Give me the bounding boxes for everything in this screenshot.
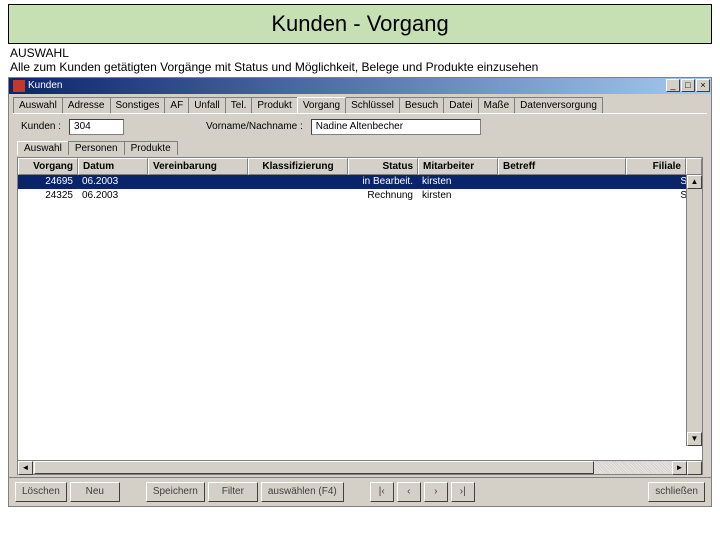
desc-line-2: Alle zum Kunden getätigten Vorgänge mit …	[10, 60, 710, 74]
slide-title: Kunden - Vorgang	[8, 4, 712, 44]
save-button[interactable]: Speichern	[146, 482, 205, 502]
cell-vorgang: 24695	[18, 176, 78, 187]
cell-datum: 06.2003	[78, 176, 148, 187]
tab-vorgang[interactable]: Vorgang	[297, 97, 346, 113]
table-row[interactable]: 24695 06.2003 in Bearbeit. kirsten SIC	[18, 175, 702, 189]
col-datum[interactable]: Datum	[78, 158, 148, 175]
col-klassifizierung[interactable]: Klassifizierung	[248, 158, 348, 175]
bottom-toolbar: Löschen Neu Speichern Filter auswählen (…	[9, 477, 711, 506]
sub-tabs: Auswahl Personen Produkte	[9, 139, 711, 155]
tab-tel[interactable]: Tel.	[225, 97, 253, 113]
scroll-up-icon[interactable]: ▲	[687, 175, 702, 189]
window-title: Kunden	[28, 80, 62, 91]
cell-mitarbeiter: kirsten	[418, 176, 498, 187]
subtab-auswahl[interactable]: Auswahl	[17, 141, 69, 155]
col-mitarbeiter[interactable]: Mitarbeiter	[418, 158, 498, 175]
name-field[interactable]: Nadine Altenbecher	[311, 119, 481, 135]
col-vorgang[interactable]: Vorgang	[18, 158, 78, 175]
app-window: Kunden _ □ × Auswahl Adresse Sonstiges A…	[8, 77, 712, 507]
tab-besuch[interactable]: Besuch	[399, 97, 444, 113]
cell-status: in Bearbeit.	[348, 176, 418, 187]
cell-datum: 06.2003	[78, 190, 148, 201]
nav-prev-button[interactable]: ‹	[397, 482, 421, 502]
tab-af[interactable]: AF	[164, 97, 189, 113]
kunden-id-field[interactable]: 304	[69, 119, 124, 135]
horizontal-scrollbar[interactable]: ◄ ►	[18, 460, 702, 474]
main-tabs: Auswahl Adresse Sonstiges AF Unfall Tel.…	[9, 94, 711, 113]
slide-description: AUSWAHL Alle zum Kunden getätigten Vorgä…	[10, 46, 710, 75]
tab-sonstiges[interactable]: Sonstiges	[110, 97, 166, 113]
tab-adresse[interactable]: Adresse	[62, 97, 111, 113]
nav-next-button[interactable]: ›	[424, 482, 448, 502]
tab-datenversorgung[interactable]: Datenversorgung	[514, 97, 603, 113]
tab-auswahl[interactable]: Auswahl	[13, 97, 63, 113]
delete-button[interactable]: Löschen	[15, 482, 67, 502]
desc-line-1: AUSWAHL	[10, 46, 710, 60]
minimize-button[interactable]: _	[666, 79, 680, 92]
scroll-right-icon[interactable]: ►	[672, 461, 687, 475]
cell-vorgang: 24325	[18, 190, 78, 201]
app-icon	[13, 80, 25, 92]
scroll-corner	[687, 461, 702, 475]
scroll-down-icon[interactable]: ▼	[687, 432, 702, 446]
grid-header-row: Vorgang Datum Vereinbarung Klassifizieru…	[18, 158, 702, 175]
subtab-produkte[interactable]: Produkte	[124, 141, 178, 155]
close-window-button[interactable]: schließen	[648, 482, 705, 502]
tab-schluessel[interactable]: Schlüssel	[345, 97, 400, 113]
tab-unfall[interactable]: Unfall	[188, 97, 226, 113]
vertical-scrollbar[interactable]: ▲ ▼	[686, 175, 702, 446]
col-betreff[interactable]: Betreff	[498, 158, 626, 175]
cell-mitarbeiter: kirsten	[418, 190, 498, 201]
hscroll-thumb[interactable]	[34, 461, 594, 474]
titlebar: Kunden _ □ ×	[9, 78, 711, 94]
subtab-personen[interactable]: Personen	[68, 141, 125, 155]
filter-button[interactable]: Filter	[208, 482, 258, 502]
name-label: Vorname/Nachname :	[206, 121, 303, 132]
kunden-label: Kunden :	[21, 121, 61, 132]
nav-last-button[interactable]: ›|	[451, 482, 475, 502]
select-button[interactable]: auswählen (F4)	[261, 482, 344, 502]
col-vereinbarung[interactable]: Vereinbarung	[148, 158, 248, 175]
close-button[interactable]: ×	[696, 79, 710, 92]
col-filiale[interactable]: Filiale	[626, 158, 686, 175]
data-grid: Vorgang Datum Vereinbarung Klassifizieru…	[17, 157, 703, 475]
tab-masse[interactable]: Maße	[478, 97, 516, 113]
customer-field-row: Kunden : 304 Vorname/Nachname : Nadine A…	[9, 115, 711, 139]
col-scroll-spacer	[686, 158, 702, 175]
nav-first-button[interactable]: |‹	[370, 482, 394, 502]
tab-datei[interactable]: Datei	[443, 97, 478, 113]
maximize-button[interactable]: □	[681, 79, 695, 92]
new-button[interactable]: Neu	[70, 482, 120, 502]
col-status[interactable]: Status	[348, 158, 418, 175]
cell-status: Rechnung	[348, 190, 418, 201]
table-row[interactable]: 24325 06.2003 Rechnung kirsten SIC	[18, 189, 702, 203]
tab-produkt[interactable]: Produkt	[251, 97, 297, 113]
scroll-left-icon[interactable]: ◄	[18, 461, 33, 475]
grid-body: 24695 06.2003 in Bearbeit. kirsten SIC 2…	[18, 175, 702, 460]
